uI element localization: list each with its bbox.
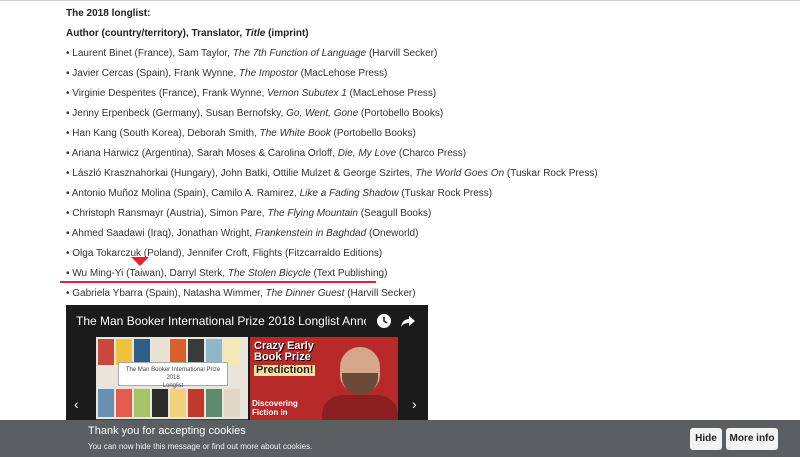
top-divider (0, 0, 800, 1)
cookie-message: You can now hide this message or find ou… (88, 442, 313, 451)
video-thumbnail-books: The Man Booker International Prize 2018 … (96, 337, 248, 430)
list-item: • Antonio Muñoz Molina (Spain), Camilo A… (66, 188, 493, 199)
video-title[interactable]: The Man Booker International Prize 2018 … (76, 313, 366, 329)
list-item: • László Krasznahorkai (Hungary), John B… (66, 168, 598, 179)
hide-button[interactable]: Hide (690, 428, 722, 450)
list-item: • Jenny Erpenbeck (Germany), Susan Berno… (66, 108, 444, 119)
list-item: • Olga Tokarczuk (Poland), Jennifer Crof… (66, 248, 383, 259)
clock-icon[interactable] (376, 313, 392, 329)
thumbnail-lower-caption: Discovering Fiction in (252, 399, 298, 417)
share-icon[interactable] (400, 313, 416, 329)
list-item: • Ariana Harwicz (Argentina), Sarah Mose… (66, 148, 467, 159)
list-item: • Virginie Despentes (France), Frank Wyn… (66, 88, 437, 99)
more-info-button[interactable]: More info (726, 428, 778, 450)
prev-arrow-icon[interactable]: ‹ (74, 397, 79, 411)
list-item: • Han Kang (South Korea), Deborah Smith,… (66, 128, 416, 139)
video-embed[interactable]: The Man Booker International Prize 2018 … (66, 305, 428, 430)
list-item: • Laurent Binet (France), Sam Taylor, Th… (66, 48, 438, 59)
thumbnail-caption: Crazy Early Book Prize Prediction! (254, 340, 316, 376)
longlist-heading: The 2018 longlist: (66, 8, 151, 19)
list-item: • Christoph Ransmayr (Austria), Simon Pa… (66, 208, 432, 219)
cookie-title: Thank you for accepting cookies (88, 425, 246, 437)
video-thumbnail-presenter: Crazy Early Book Prize Prediction! Disco… (250, 337, 398, 430)
longlist-legend: Author (country/territory), Translator, … (66, 28, 309, 39)
longlist-section: The 2018 longlist: Author (country/terri… (66, 4, 786, 304)
longlist-list: • Laurent Binet (France), Sam Taylor, Th… (66, 44, 786, 304)
cookie-banner: Thank you for accepting cookies You can … (0, 420, 800, 457)
list-item: • Gabriela Ybarra (Spain), Natasha Wimme… (66, 288, 416, 299)
next-arrow-icon[interactable]: › (412, 397, 417, 411)
red-pointer-arrow (131, 257, 149, 266)
list-item: • Javier Cercas (Spain), Frank Wynne, Th… (66, 68, 388, 79)
thumbnail-banner: The Man Booker International Prize 2018 … (118, 362, 228, 389)
list-item: • Ahmed Saadawi (Iraq), Jonathan Wright,… (66, 228, 419, 239)
red-underline (60, 281, 376, 283)
presenter-beard (342, 373, 378, 395)
